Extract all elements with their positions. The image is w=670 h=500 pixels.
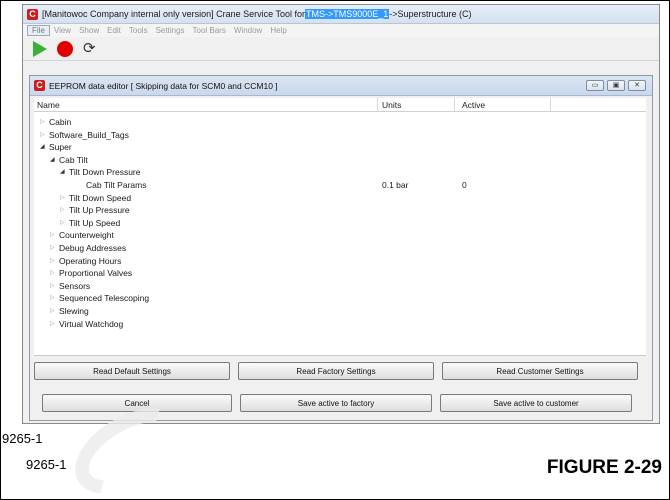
- tree-row[interactable]: ◢ Super: [34, 141, 646, 153]
- tree-row[interactable]: ▷ Debug Addresses: [34, 242, 646, 254]
- tree-row-label: Tilt Up Speed: [69, 217, 121, 228]
- tree-row-label: Debug Addresses: [59, 243, 127, 253]
- column-header-units[interactable]: Units: [382, 100, 401, 110]
- editor-logo-icon: C: [34, 80, 45, 91]
- refresh-icon[interactable]: ⟳: [83, 40, 96, 57]
- tree-row[interactable]: ▷ Operating Hours: [34, 255, 646, 267]
- collapsed-arrow-icon[interactable]: ▷: [50, 255, 55, 267]
- toolbar: ⟳: [23, 37, 659, 61]
- tree-row-label: Virtual Watchdog: [59, 318, 124, 329]
- column-header-active[interactable]: Active: [462, 100, 485, 110]
- tree-row-label: Super: [49, 142, 72, 153]
- stop-icon[interactable]: [57, 40, 73, 57]
- tree-row-label: Sequenced Telescoping: [59, 293, 150, 304]
- collapsed-arrow-icon[interactable]: ▷: [50, 318, 55, 330]
- save-active-to-customer-button[interactable]: Save active to customer: [440, 394, 632, 412]
- tree-row-label: Tilt Down Speed: [69, 192, 132, 203]
- editor-title-bar: C EEPROM data editor [ Skipping data for…: [30, 76, 652, 96]
- tree-row[interactable]: ▷ Software_Build_Tags: [34, 129, 646, 141]
- menu-help[interactable]: Help: [266, 26, 290, 35]
- close-icon[interactable]: ✕: [628, 80, 646, 91]
- expanded-arrow-icon[interactable]: ◢: [50, 154, 55, 166]
- read-factory-settings-button[interactable]: Read Factory Settings: [238, 362, 434, 380]
- tree-row-label: Cab Tilt Params: [86, 180, 147, 190]
- tree-row[interactable]: Cab Tilt Params 0.1 bar 0: [34, 179, 646, 191]
- tree-row-label: Slewing: [59, 306, 89, 316]
- maximize-icon[interactable]: ▣: [607, 80, 625, 91]
- column-divider[interactable]: [454, 98, 455, 112]
- collapsed-arrow-icon[interactable]: ▷: [50, 305, 55, 317]
- tree-row-units: 0.1 bar: [382, 180, 409, 190]
- tree-grid-header: Name Units Active: [34, 98, 646, 112]
- figure-code: 9265-1: [26, 457, 67, 472]
- menu-bar: File View Show Edit Tools Settings Tool …: [23, 24, 659, 37]
- tree-row[interactable]: ▷ Proportional Valves: [34, 267, 646, 279]
- tree-row-label: Cab Tilt: [59, 154, 88, 165]
- tree-row[interactable]: ▷ Cabin: [34, 116, 646, 128]
- app-title-path: TMS->TMS9000E_1: [304, 9, 390, 19]
- collapsed-arrow-icon[interactable]: ▷: [50, 280, 55, 292]
- play-icon[interactable]: [33, 40, 47, 57]
- column-header-name[interactable]: Name: [37, 100, 60, 110]
- column-divider[interactable]: [377, 98, 378, 112]
- collapsed-arrow-icon[interactable]: ▷: [60, 192, 65, 204]
- figure-code-small: 9265-1: [2, 431, 43, 446]
- window-controls: ▭ ▣ ✕: [586, 80, 646, 91]
- collapsed-arrow-icon[interactable]: ▷: [50, 229, 55, 241]
- tree-row[interactable]: ▷ Virtual Watchdog: [34, 318, 646, 330]
- menu-view[interactable]: View: [50, 26, 75, 35]
- expanded-arrow-icon[interactable]: ◢: [40, 141, 45, 153]
- tree-row[interactable]: ▷ Counterweight: [34, 229, 646, 241]
- tree-row[interactable]: ▷ Sequenced Telescoping: [34, 292, 646, 304]
- tree-row-label: Software_Build_Tags: [49, 129, 129, 140]
- tree-row[interactable]: ▷ Tilt Up Speed: [34, 217, 646, 229]
- tree-row-label: Tilt Up Pressure: [69, 205, 130, 216]
- app-window: C [Manitowoc Company internal only versi…: [22, 4, 660, 424]
- column-divider[interactable]: [550, 98, 551, 112]
- tree-row-label: Counterweight: [59, 230, 114, 241]
- menu-window[interactable]: Window: [230, 26, 266, 35]
- collapsed-arrow-icon[interactable]: ▷: [40, 116, 45, 128]
- app-title-suffix: ->Superstructure (C): [389, 9, 472, 19]
- collapsed-arrow-icon[interactable]: ▷: [40, 129, 45, 141]
- menu-tool-bars[interactable]: Tool Bars: [189, 26, 230, 35]
- expanded-arrow-icon[interactable]: ◢: [60, 166, 65, 178]
- menu-file[interactable]: File: [27, 25, 50, 36]
- collapsed-arrow-icon[interactable]: ▷: [60, 204, 65, 216]
- collapsed-arrow-icon[interactable]: ▷: [50, 292, 55, 304]
- app-title-prefix: [Manitowoc Company internal only version…: [42, 9, 305, 19]
- tree-row[interactable]: ▷ Tilt Up Pressure: [34, 204, 646, 216]
- menu-settings[interactable]: Settings: [152, 26, 189, 35]
- save-buttons-row: Cancel Save active to factory Save activ…: [34, 394, 650, 414]
- tree-row[interactable]: ◢ Tilt Down Pressure: [34, 166, 646, 178]
- tree-row-label: Tilt Down Pressure: [69, 167, 141, 178]
- read-default-settings-button[interactable]: Read Default Settings: [34, 362, 230, 380]
- tree-row-label: Operating Hours: [59, 255, 122, 266]
- menu-tools[interactable]: Tools: [125, 26, 152, 35]
- tree-row-active: 0: [462, 180, 467, 190]
- tree-row[interactable]: ◢ Cab Tilt: [34, 154, 646, 166]
- app-title-bar: C [Manitowoc Company internal only versi…: [23, 5, 659, 24]
- tree-row[interactable]: ▷ Slewing: [34, 305, 646, 317]
- app-logo-icon: C: [27, 8, 38, 20]
- tree-row[interactable]: ▷ Sensors: [34, 280, 646, 292]
- tree-row[interactable]: ▷ Tilt Down Speed: [34, 192, 646, 204]
- minimize-icon[interactable]: ▭: [586, 80, 604, 91]
- menu-edit[interactable]: Edit: [103, 26, 125, 35]
- tree-row-label: Cabin: [49, 117, 72, 127]
- tree-grid: ▷ Cabin ▷ Software_Build_Tags ◢ Super ◢ Cab Til…: [34, 112, 646, 356]
- editor-title: EEPROM data editor [ Skipping data for S…: [49, 80, 278, 91]
- eeprom-editor-window: C EEPROM data editor [ Skipping data for…: [29, 75, 653, 421]
- menu-show[interactable]: Show: [75, 26, 103, 35]
- tree-row-label: Sensors: [59, 280, 91, 291]
- save-active-to-factory-button[interactable]: Save active to factory: [240, 394, 432, 412]
- figure-label: FIGURE 2-29: [546, 457, 662, 478]
- read-customer-settings-button[interactable]: Read Customer Settings: [442, 362, 638, 380]
- tree-row-label: Proportional Valves: [59, 268, 133, 279]
- collapsed-arrow-icon[interactable]: ▷: [50, 242, 55, 254]
- read-buttons-row: Read Default Settings Read Factory Setti…: [34, 362, 650, 382]
- collapsed-arrow-icon[interactable]: ▷: [60, 217, 65, 229]
- collapsed-arrow-icon[interactable]: ▷: [50, 267, 55, 279]
